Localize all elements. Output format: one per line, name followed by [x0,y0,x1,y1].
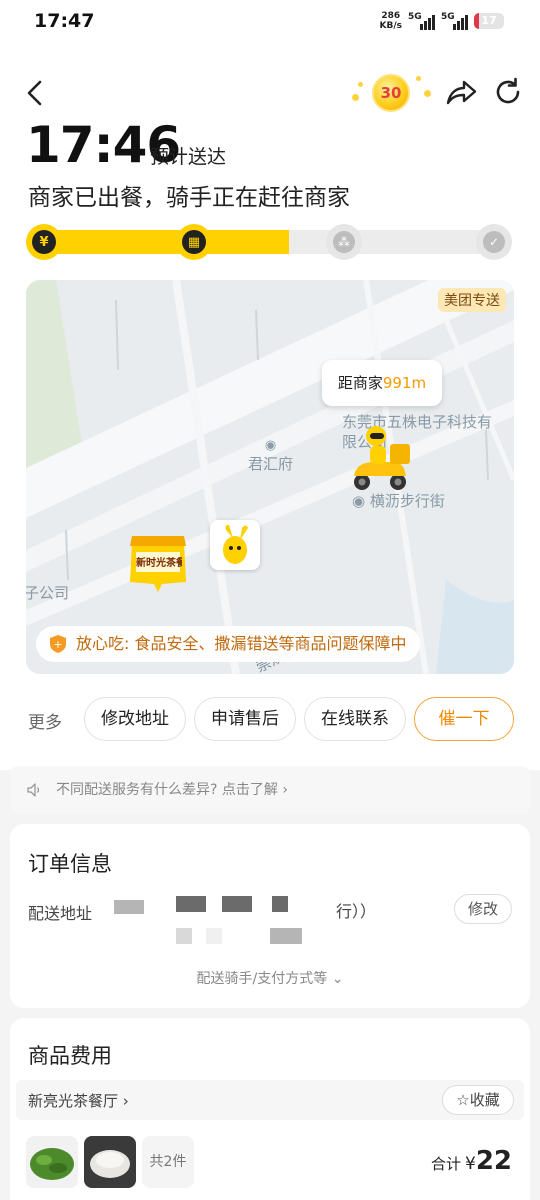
chevron-right-icon: › [118,1092,129,1110]
shop-sign-text: 新时光茶餐 [136,558,182,569]
safety-guarantee-bar[interactable]: + 放心吃: 食品安全、撒漏错送等商品问题保障中 [36,626,421,662]
edit-address-button[interactable]: 修改 [454,894,512,924]
signal-icon: 5G [408,12,435,30]
chevron-down-icon: ⌄ [327,971,344,987]
chevron-right-icon: › [277,782,288,798]
shield-icon: + [50,635,66,653]
urge-button[interactable]: 催一下 [414,697,514,741]
after-sales-button[interactable]: 申请售后 [194,697,296,741]
address-redacted [270,928,302,944]
speaker-icon [27,783,40,797]
meituan-delivery-badge: 美团专送 [438,288,506,312]
vegetable-dish-icon [26,1136,78,1188]
back-button[interactable] [22,76,52,110]
order-status-text: 商家已出餐，骑手正在赶往商家 [28,185,350,211]
eta-label: 预计送达 [150,146,227,168]
progress-step: ¥ [26,224,62,260]
expand-details-link[interactable]: 配送骑手/支付方式等 ⌄ [10,968,530,988]
order-info-title: 订单信息 [28,852,112,876]
address-redacted [176,896,206,912]
address-redacted [206,928,222,944]
status-time: 17:47 [34,10,95,32]
location-pin-icon: ◉ [352,492,370,510]
mascot-icon [223,524,248,564]
coin-reward-button[interactable]: 30 [344,68,434,118]
custard-dish-icon [84,1136,136,1188]
chevron-left-icon [27,80,42,106]
progress-step: ⁂ [326,224,362,260]
fees-card: 商品费用 新亮光茶餐厅 › ☆收藏 共2件 合计 ¥22 [10,1018,530,1200]
address-redacted [176,928,192,944]
refresh-icon [496,77,520,104]
favorite-button[interactable]: ☆收藏 [442,1085,514,1115]
refresh-button[interactable] [492,76,524,108]
item-count[interactable]: 共2件 [142,1136,194,1188]
signal-icon: 5G [441,12,468,30]
shop-marker[interactable]: 新时光茶餐 [128,532,188,598]
order-total: 合计 ¥22 [430,1146,512,1176]
yen-icon: ¥ [32,230,56,254]
share-button[interactable] [444,76,478,108]
address-redacted [114,900,144,914]
rider-icon: ⁂ [333,231,355,253]
shop-name-link[interactable]: 新亮光茶餐厅 › [28,1090,129,1111]
destination-marker[interactable] [210,520,260,570]
order-info-card: 订单信息 配送地址 行）） 修改 配送骑手/支付方式等 ⌄ [10,824,530,1008]
progress-step: ▦ [176,224,212,260]
product-thumbnail[interactable] [84,1136,136,1188]
distance-bubble: 距商家991m [322,360,442,406]
poi-partial: 子公司 [26,584,70,602]
product-thumbnail[interactable] [26,1136,78,1188]
address-redacted [222,896,252,912]
battery-icon: 17 [474,13,504,29]
delivery-progress-fill [28,230,289,254]
battery-level [474,13,480,29]
address-label: 配送地址 [28,904,93,923]
location-pin-icon: ◉ [264,438,277,453]
svg-text:+: + [53,638,62,651]
check-icon: ✓ [483,231,505,253]
network-speed: 286 KB/s [379,11,402,31]
status-indicators: 286 KB/s 5G 5G 17 [380,11,504,31]
address-suffix: 行）） [336,902,377,921]
share-icon [446,80,477,105]
star-icon: ☆ [456,1091,470,1109]
poi-junhuifu: ◉ 君汇府 [248,438,294,473]
delivery-service-tip[interactable]: 不同配送服务有什么差异? 点击了解 › [10,766,530,814]
rider-icon [346,424,416,494]
address-redacted [272,896,288,912]
fees-title: 商品费用 [28,1044,112,1068]
shop-row[interactable]: 新亮光茶餐厅 › ☆收藏 [16,1080,524,1120]
progress-step: ✓ [476,224,512,260]
modify-address-button[interactable]: 修改地址 [84,697,186,741]
more-label: 更多 [28,713,62,733]
shop-icon: ▦ [182,230,206,254]
online-contact-button[interactable]: 在线联系 [304,697,406,741]
delivery-map[interactable]: 美团专送 崇焕西路 ◉ 君汇府 东莞市五株电子科技有限公司 ◉ 横沥步行街 子公… [26,280,514,674]
map-roads [26,280,514,674]
status-bar: 17:47 286 KB/s 5G 5G 17 [0,0,540,46]
coin-icon: 30 [372,74,410,112]
